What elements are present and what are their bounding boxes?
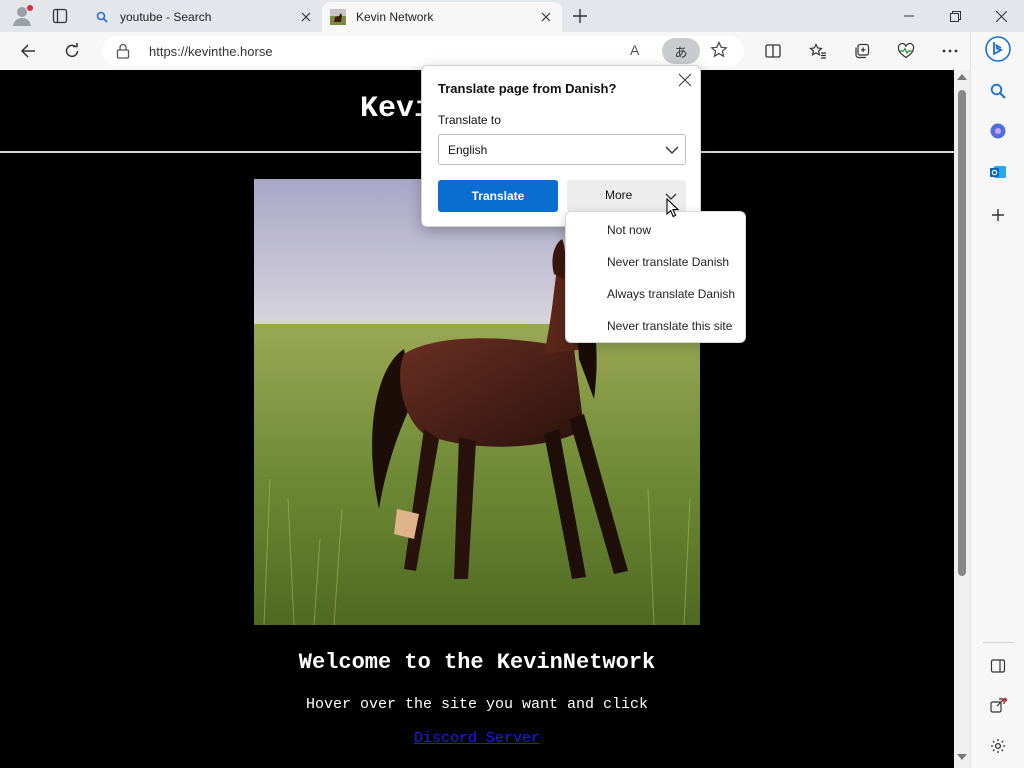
more-options-menu: Not now Never translate Danish Always tr…: [565, 211, 746, 343]
menu-item-never-translate-danish[interactable]: Never translate Danish: [566, 246, 747, 278]
tab-actions-icon[interactable]: [48, 4, 72, 28]
instruction-text: Hover over the site you want and click: [305, 696, 649, 713]
favorites-icon[interactable]: [804, 37, 832, 65]
translate-button[interactable]: Translate: [438, 180, 558, 212]
more-menu-icon[interactable]: [936, 37, 964, 65]
close-tab-icon[interactable]: [538, 9, 554, 25]
tab-title: youtube - Search: [120, 10, 212, 24]
sidebar-divider: [983, 642, 1013, 643]
add-icon[interactable]: [985, 202, 1011, 228]
edge-sidebar: [970, 32, 1024, 768]
profile-icon[interactable]: [10, 4, 34, 28]
outlook-icon[interactable]: [985, 159, 1011, 185]
address-bar[interactable]: https://kevinthe.horse A あ: [102, 36, 744, 66]
mouse-cursor-icon: [666, 197, 680, 221]
menu-item-not-now[interactable]: Not now: [566, 214, 747, 246]
menu-item-never-translate-site[interactable]: Never translate this site: [566, 310, 747, 342]
tab-title: Kevin Network: [356, 10, 434, 24]
translate-to-label: Translate to: [438, 113, 501, 127]
shopping-icon[interactable]: [985, 118, 1011, 144]
tab-youtube-search[interactable]: youtube - Search: [86, 2, 322, 32]
split-screen-icon[interactable]: [759, 37, 787, 65]
hide-sidebar-icon[interactable]: [985, 653, 1011, 679]
scroll-up-arrow-icon[interactable]: [957, 74, 967, 80]
close-window-icon[interactable]: [978, 0, 1024, 32]
scroll-down-arrow-icon[interactable]: [957, 754, 967, 760]
tab-kevin-network[interactable]: Kevin Network: [322, 2, 562, 32]
read-aloud-icon[interactable]: A: [630, 42, 639, 58]
scroll-thumb[interactable]: [958, 90, 966, 576]
settings-gear-icon[interactable]: [985, 733, 1011, 759]
discord-server-link[interactable]: Discord Server: [414, 730, 540, 747]
favorite-star-icon[interactable]: [710, 41, 728, 62]
back-icon[interactable]: [14, 37, 42, 65]
translate-icon[interactable]: あ: [662, 38, 700, 64]
chevron-down-icon: [665, 144, 679, 158]
new-tab-icon[interactable]: [568, 4, 592, 28]
bing-chat-icon[interactable]: [985, 36, 1011, 62]
restore-icon[interactable]: [932, 0, 978, 32]
minimize-icon[interactable]: [886, 0, 932, 32]
more-button-label: More: [605, 188, 633, 202]
lock-icon[interactable]: [116, 43, 130, 62]
browser-essentials-icon[interactable]: [892, 37, 920, 65]
vertical-scrollbar[interactable]: [954, 70, 970, 768]
search-icon: [94, 9, 110, 25]
selected-language: English: [448, 143, 488, 157]
welcome-heading: Welcome to the KevinNetwork: [298, 650, 656, 675]
menu-item-always-translate-danish[interactable]: Always translate Danish: [566, 278, 747, 310]
close-popup-icon[interactable]: [678, 73, 694, 89]
url-text[interactable]: https://kevinthe.horse: [149, 44, 273, 59]
refresh-icon[interactable]: [58, 37, 86, 65]
discord-link-row: Discord Server: [0, 730, 954, 747]
horse-favicon-icon: [330, 9, 346, 25]
external-link-icon[interactable]: [985, 694, 1011, 720]
tab-strip: youtube - Search Kevin Network: [0, 0, 1024, 32]
search-icon[interactable]: [985, 78, 1011, 104]
popup-title: Translate page from Danish?: [438, 81, 617, 96]
collections-icon[interactable]: [848, 37, 876, 65]
close-tab-icon[interactable]: [298, 9, 314, 25]
language-select[interactable]: English: [438, 134, 686, 165]
translate-popup: Translate page from Danish? Translate to…: [421, 65, 701, 227]
